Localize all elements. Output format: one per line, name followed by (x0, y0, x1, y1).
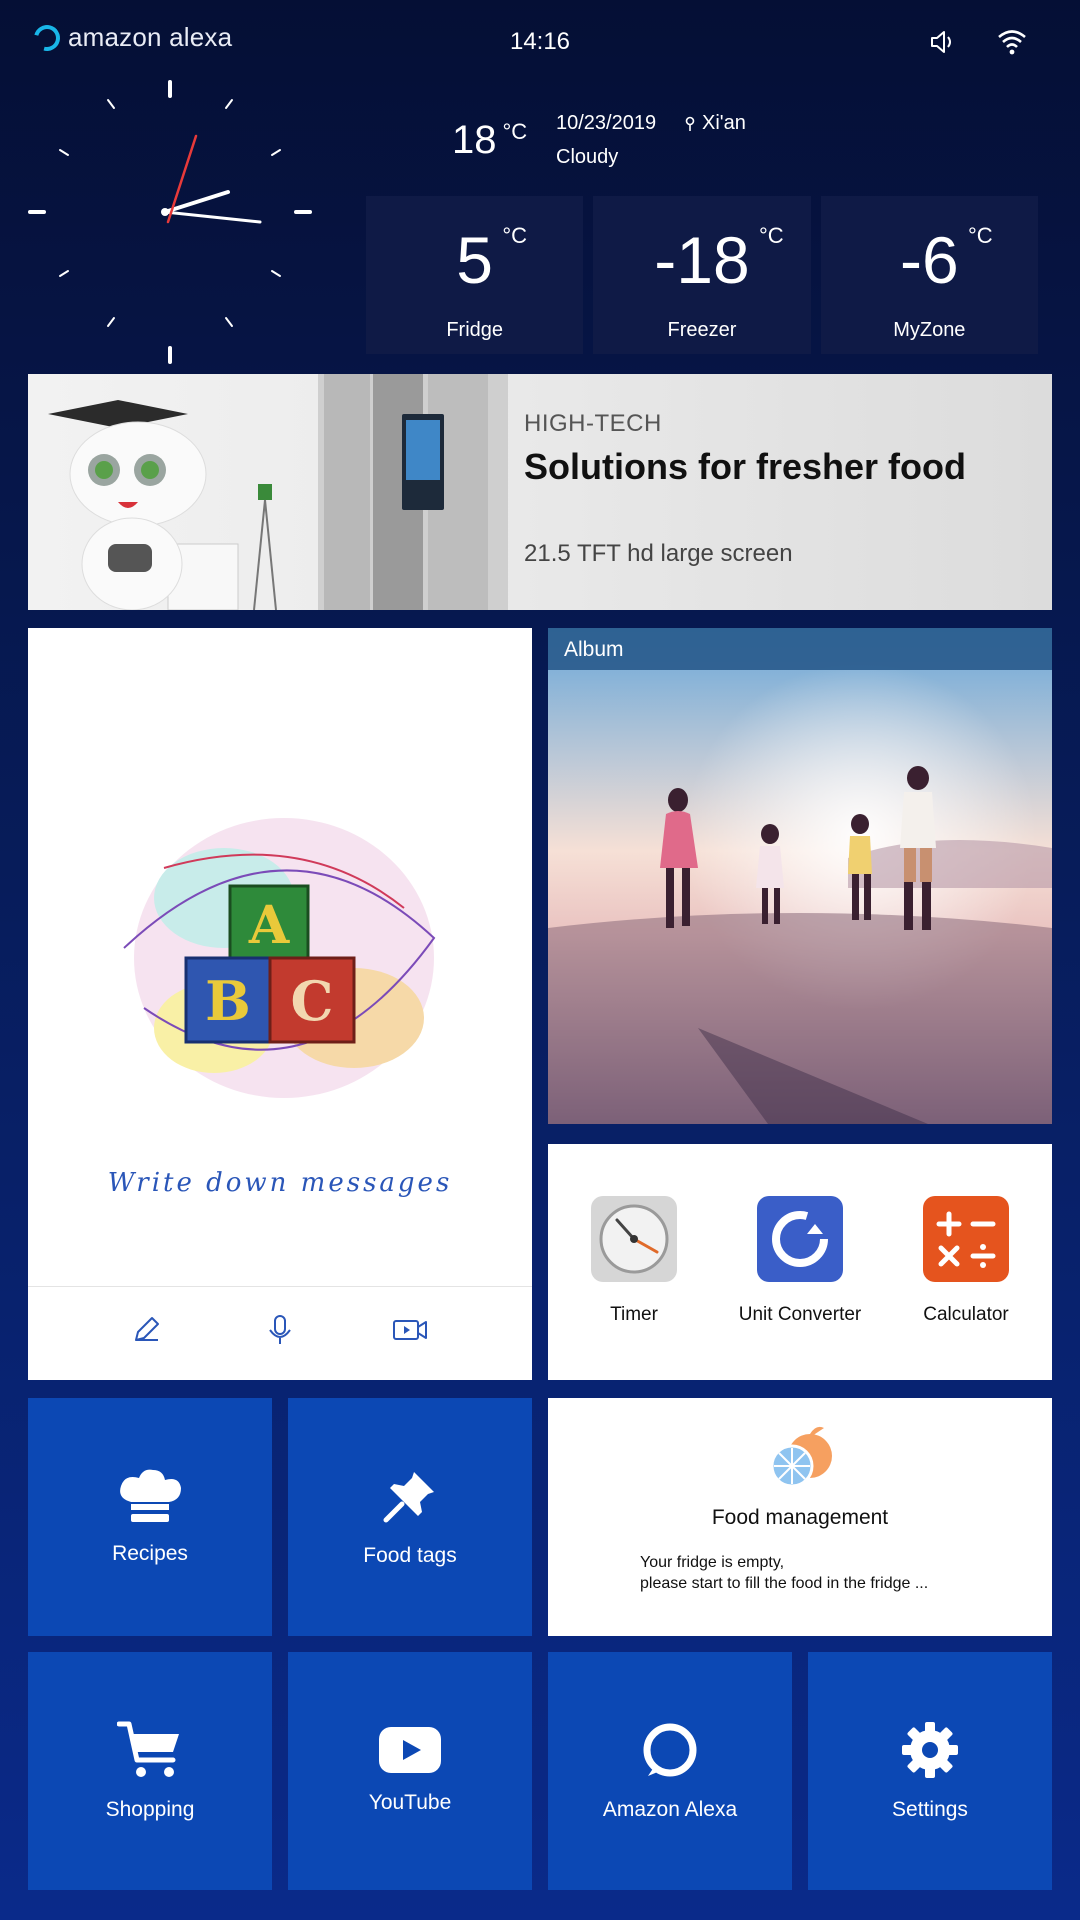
fridge-temp-value: 5 °C (456, 223, 528, 297)
alexa-brand: amazon alexa (29, 19, 233, 56)
pencil-icon[interactable] (126, 1310, 166, 1350)
food-management-title: Food management (711, 1506, 889, 1529)
banner-description: 21.5 TFT hd large screen (524, 540, 793, 567)
family-beach-photo (548, 628, 1052, 1124)
freezer-temp-value: -18 °C (654, 223, 784, 297)
food-status-line1: Your fridge is empty, (640, 1554, 785, 1571)
pushpin-icon (383, 1472, 434, 1523)
weather-condition: Cloudy (556, 146, 619, 168)
fridge-temp-box[interactable]: 5 °C Fridge (366, 196, 584, 354)
youtube-label: YouTube (368, 1791, 452, 1814)
alexa-ring-icon (643, 1723, 697, 1777)
microphone-icon[interactable] (260, 1310, 300, 1350)
shopping-label: Shopping (105, 1798, 195, 1821)
temperature-value: 18 (452, 118, 497, 162)
weather-date: 10/23/2019 (556, 112, 657, 134)
temperature-unit: °C (502, 118, 528, 144)
calculator-app[interactable]: Calculator (886, 1196, 1046, 1326)
banner-subtitle: HIGH-TECH (524, 410, 662, 437)
fridge-label: Fridge (446, 319, 504, 341)
recipes-tile[interactable]: Recipes (28, 1398, 272, 1636)
youtube-play-icon (379, 1727, 441, 1773)
message-board[interactable]: A B C Write down messages (28, 628, 532, 1380)
unit-converter-app[interactable]: Unit Converter (720, 1196, 880, 1326)
block-letter-a: A (248, 895, 290, 956)
freezer-label: Freezer (667, 319, 737, 341)
weather-location: Xi'an (684, 112, 746, 135)
alexa-logo-icon (29, 19, 65, 56)
unit-converter-icon (757, 1196, 843, 1282)
compartment-temperatures: 5 °C Fridge -18 °C Freezer -6 °C MyZone (366, 196, 1038, 354)
food-management-card[interactable]: Food management Your fridge is empty, pl… (548, 1398, 1052, 1636)
location-text: Xi'an (702, 112, 746, 134)
fridge-temp-unit: °C (502, 223, 528, 248)
status-time: 14:16 (509, 28, 571, 55)
youtube-tile[interactable]: YouTube (288, 1652, 532, 1890)
myzone-temp-value: -6 °C (899, 223, 993, 297)
wifi-icon[interactable] (994, 24, 1030, 60)
settings-label: Settings (892, 1798, 968, 1821)
current-temperature: 18 °C (452, 118, 527, 163)
shopping-cart-icon (117, 1721, 179, 1777)
gear-icon (902, 1722, 958, 1778)
utilities-panel: Timer Unit Converter Calculator (548, 1144, 1052, 1380)
calculator-icon (923, 1196, 1009, 1282)
unit-converter-label: Unit Converter (738, 1304, 862, 1325)
timer-app[interactable]: Timer (554, 1196, 714, 1326)
location-pin-icon (685, 116, 695, 131)
settings-tile[interactable]: Settings (808, 1652, 1052, 1890)
brand-text: amazon alexa (68, 22, 233, 52)
chef-hat-icon (120, 1469, 181, 1522)
video-icon[interactable] (390, 1310, 430, 1350)
myzone-temp-box[interactable]: -6 °C MyZone (820, 196, 1038, 354)
promo-banner[interactable]: HIGH-TECH Solutions for fresher food 21.… (28, 374, 1052, 610)
timer-label: Timer (610, 1304, 658, 1325)
food-status-line2: please start to fill the food in the fri… (640, 1575, 929, 1592)
calculator-label: Calculator (923, 1304, 1009, 1325)
shopping-tile[interactable]: Shopping (28, 1652, 272, 1890)
robot-mascot-fridge-illustration (48, 374, 508, 610)
message-prompt: Write down messages (107, 1168, 453, 1198)
album-widget[interactable]: Album (548, 628, 1052, 1124)
banner-title: Solutions for fresher food (524, 446, 967, 487)
timer-icon (591, 1196, 677, 1282)
fruit-icon (770, 1426, 832, 1488)
block-letter-b: B (205, 969, 251, 1033)
freezer-temp-unit: °C (759, 223, 784, 248)
food-tags-tile[interactable]: Food tags (288, 1398, 532, 1636)
abc-blocks-illustration: A B C (123, 818, 436, 1098)
freezer-temp-box[interactable]: -18 °C Freezer (593, 196, 811, 354)
album-header (548, 628, 1052, 670)
album-title: Album (564, 638, 624, 661)
analog-clock (28, 80, 312, 364)
volume-icon[interactable] (924, 24, 960, 60)
recipes-label: Recipes (112, 1542, 188, 1565)
myzone-temp-unit: °C (967, 223, 993, 248)
amazon-alexa-label: Amazon Alexa (602, 1798, 738, 1821)
message-divider (28, 1286, 532, 1287)
block-letter-c: C (291, 969, 334, 1033)
amazon-alexa-tile[interactable]: Amazon Alexa (548, 1652, 792, 1890)
myzone-label: MyZone (893, 319, 966, 341)
food-tags-label: Food tags (363, 1544, 457, 1567)
